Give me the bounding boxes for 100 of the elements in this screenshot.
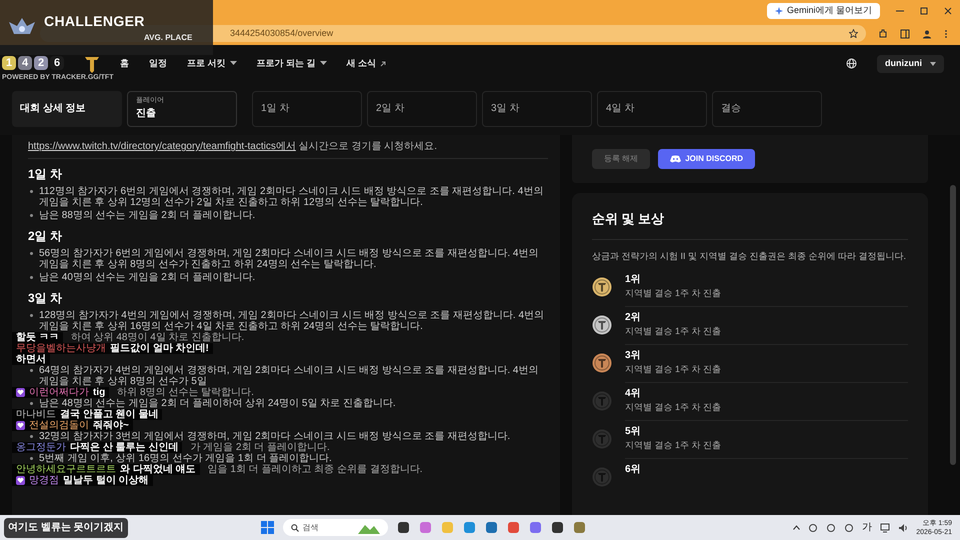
reward-text: 지역별 결승 1주 차 진출 — [625, 439, 722, 452]
chat-username: 안녕하세요구르트르트 — [16, 464, 116, 475]
bullet-icon — [30, 252, 33, 255]
rule-text: 하위 8명의 선수는 탈락합니다. — [117, 387, 254, 398]
rank-label: 5위 — [625, 425, 642, 439]
rule-text: 5번째 게임 이후, 상위 16명의 선수가 게임을 1회 더 플레이합니다. — [39, 453, 332, 464]
chat-username: 옹그정둔가 — [16, 442, 66, 453]
globe-icon[interactable] — [846, 58, 857, 69]
controller-icon — [670, 155, 682, 163]
nav-link[interactable]: 프로 서킷 — [187, 56, 237, 70]
section-heading: 1일 차 — [28, 166, 64, 183]
placement-number: 6 — [50, 56, 64, 70]
rule-text: 32명의 참가자가 3번의 게임에서 경쟁하며, 게임 2회마다 스네이크 시드 배정 방식으로 조를 재편성합니다. — [39, 431, 510, 442]
search-icon — [290, 524, 299, 532]
placement-number: 2 — [34, 56, 48, 70]
puzzle-icon[interactable] — [878, 28, 888, 38]
scrollbar[interactable] — [950, 185, 956, 465]
rewards-description: 상금과 전략가의 시험 II 및 지역별 결승 진출권은 최종 순위에 따라 결정됩니다. — [592, 250, 908, 262]
stat-label: AVG. PLACE — [144, 32, 192, 44]
close-icon[interactable] — [944, 7, 952, 15]
reward-text: 지역별 결승 1주 차 진출 — [625, 325, 722, 338]
bullet-icon — [30, 435, 33, 438]
bullet-icon — [30, 369, 33, 372]
rank-label: 2위 — [625, 311, 642, 325]
monitor-icon[interactable] — [880, 522, 890, 532]
search-field[interactable]: 검색 — [282, 519, 388, 536]
user-menu-button[interactable]: dunizuni — [877, 54, 944, 72]
tab[interactable]: 결승 — [712, 90, 822, 126]
unregister-button[interactable]: 등록 해제 — [592, 149, 650, 169]
rank-label: 1위 — [625, 273, 642, 287]
chat-username: 무당을벨하는사냥개 — [16, 343, 106, 354]
rule-text: 가 게임을 2회 더 플레이합니다. — [190, 442, 330, 453]
star-icon[interactable] — [849, 29, 858, 38]
nav-link[interactable]: 새 소식 — [346, 56, 386, 70]
nav-link[interactable]: 일정 — [149, 56, 167, 70]
rule-text: 남은 48명의 선수는 게임을 2회 더 플레이하여 상위 24명이 5일 차로 진출합니다. — [39, 398, 396, 409]
windows-icon[interactable] — [260, 521, 274, 534]
rule-text: 남은 88명의 선수는 게임을 2회 더 플레이합니다. — [39, 210, 256, 221]
tab[interactable]: 3일 차 — [482, 90, 592, 126]
bullet-icon — [30, 276, 33, 279]
reward-text: 지역별 결승 1주 차 진출 — [625, 363, 722, 376]
bullet-icon — [30, 457, 33, 460]
rewards-title: 순위 및 보상 — [592, 209, 908, 240]
tab[interactable]: 1일 차 — [252, 90, 362, 126]
tab[interactable]: 대회 상세 정보 — [12, 90, 122, 126]
chat-text: 여기도 벨류는 못이기겠지 — [8, 522, 124, 533]
bullet-icon — [30, 190, 33, 193]
rule-text: 64명의 참가자가 4번의 게임에서 경쟁하며, 게임 2회마다 스네이크 시드 배정 방식으로 조를 재편성합니다. 4번의 게임을 치른 후 상위 8명의 선수가 5일 — [39, 365, 540, 387]
rank-label: 3위 — [625, 349, 642, 363]
bullet-icon — [30, 314, 33, 317]
chat-username: 이런어쩌다가 — [29, 387, 89, 398]
bullet-icon — [30, 402, 33, 405]
chat-text: 필드값이 얼마 차인데! — [110, 343, 209, 354]
ime-indicator[interactable]: 가 — [862, 520, 872, 535]
section-heading: 3일 차 — [28, 290, 64, 307]
chat-text: 밀날두 털이 이상해 — [63, 475, 149, 486]
restore-icon[interactable] — [920, 7, 928, 15]
chat-text: 결국 안풀고 웬이 물네 — [60, 409, 158, 420]
caret-icon — [320, 61, 327, 66]
join-discord-button[interactable]: JOIN DISCORD — [658, 149, 756, 169]
sparkle-icon — [774, 7, 783, 15]
external-link-icon — [380, 60, 386, 66]
nav-link[interactable]: 프로가 되는 길 — [256, 56, 327, 70]
logo-icon[interactable] — [84, 54, 100, 72]
rule-text: 112명의 참가자가 6번의 게임에서 경쟁하며, 게임 2회마다 스네이크 시드 배정 방식으로 조를 재편성합니다. 4번의 게임을 치른 후 상위 12명의 선수가 2일 차로 진출하고 하위 12명의 선수는 탈락합니다. — [39, 186, 544, 208]
placement-number: 1 — [2, 56, 16, 70]
chat-text: 다찍은 산 룰루는 신인데 — [70, 442, 178, 453]
reward-text: 지역별 결승 1주 차 진출 — [625, 401, 722, 414]
placement-number: 4 — [18, 56, 32, 70]
chat-username: 전설의검돌이 — [29, 420, 89, 431]
chat-username: 망경점 — [29, 475, 59, 486]
caret-icon — [930, 62, 936, 66]
rank-label: 6위 — [625, 463, 642, 477]
bullet-icon — [30, 214, 33, 217]
twitch-link[interactable]: https://www.twitch.tv/directory/category/teamfight-tactics에서 — [28, 141, 296, 152]
profile-icon[interactable] — [922, 28, 932, 38]
chat-text: 할듯 ㅋㅋ — [16, 332, 59, 343]
chat-text: tig — [93, 387, 106, 398]
rule-text: 56명의 참가자가 6번의 게임에서 경쟁하며, 게임 2회마다 스네이크 시드 배정 방식으로 조를 재편성합니다. 4번의 게임을 치른 후 상위 8명의 선수가 진출하고 하위 24명의 선수는 탈락합니다. — [39, 248, 540, 270]
chat-text: 와 다찍었네 얘도 — [120, 464, 196, 475]
chevron-up-icon[interactable] — [793, 525, 800, 530]
ask-gemini-button[interactable]: Gemini에게 물어보기 — [766, 3, 880, 19]
reward-text: 지역별 결승 1주 차 진출 — [625, 287, 722, 300]
tab[interactable]: 4일 차 — [597, 90, 707, 126]
rank-label: 4위 — [625, 387, 642, 401]
chat-text: 하면서 — [16, 354, 46, 365]
chat-text: 줘줘야~ — [93, 420, 129, 431]
speaker-icon[interactable] — [898, 522, 908, 532]
chat-username: 마나비드 — [16, 409, 56, 420]
nav-link[interactable]: 홈 — [120, 56, 129, 70]
rule-text: 하여 상위 48명이 4일 차로 진출합니다. — [70, 332, 244, 343]
rule-text: 남은 40명의 선수는 게임을 2회 더 플레이합니다. — [39, 272, 256, 283]
details-text: https://www.twitch.tv/directory/category/teamfight-tactics에서 실시간으로 경기를 시청하세요. — [28, 139, 548, 159]
caret-icon — [230, 61, 237, 66]
tab[interactable]: 2일 차 — [367, 90, 477, 126]
panel-icon[interactable] — [900, 28, 910, 38]
more-icon[interactable] — [944, 28, 948, 38]
section-heading: 2일 차 — [28, 228, 64, 245]
rule-text: 임을 1회 더 플레이하고 최종 순위를 결정합니다. — [208, 464, 423, 475]
rule-text: 128명의 참가자가 4번의 게임에서 경쟁하며, 게임 2회마다 스네이크 시드 배정 방식으로 조를 재편성합니다. 4번의 게임을 치른 후 상위 16명의 선수가 4일 차로 진출하고 하위 24명의 선수는 탈락합니다. — [39, 310, 546, 332]
